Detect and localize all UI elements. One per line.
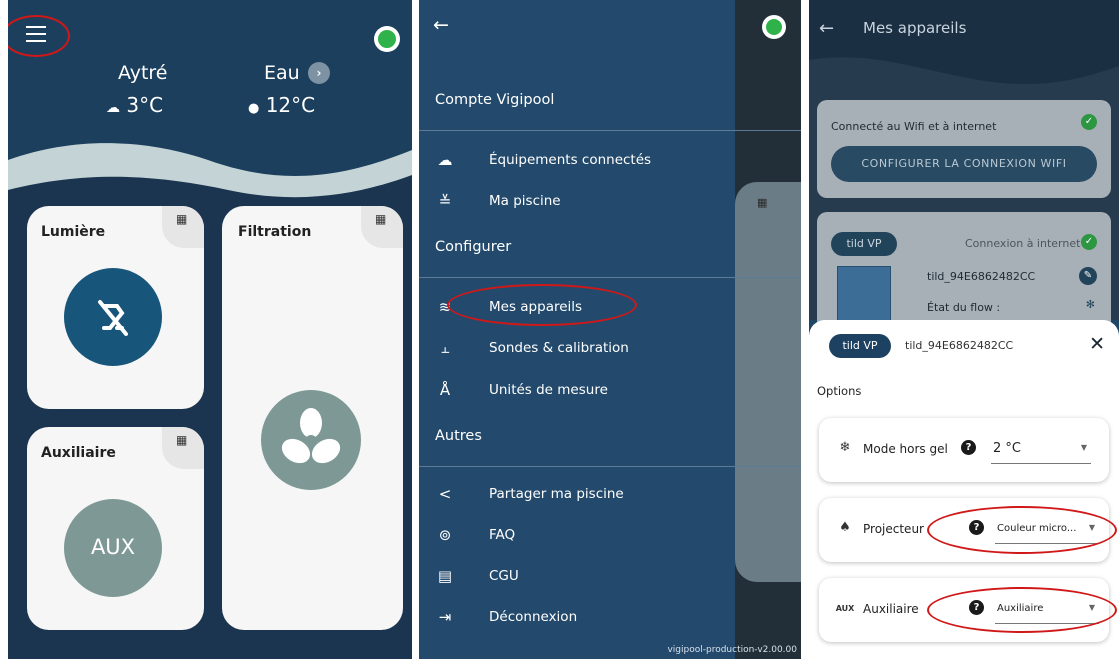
aux-icon: AUX xyxy=(835,604,855,613)
status-indicator xyxy=(762,15,786,39)
sliders-icon: ⫠ xyxy=(440,339,450,357)
status-indicator xyxy=(374,26,400,52)
dropdown-arrow-icon: ▼ xyxy=(1080,443,1087,452)
water-details-button[interactable]: › xyxy=(308,62,330,84)
help-icon[interactable]: ? xyxy=(969,520,984,535)
dropdown-arrow-icon: ▼ xyxy=(1088,603,1095,612)
devices-screen: ← Mes appareils Connecté au Wifi et à in… xyxy=(809,0,1119,659)
menu-item-my-devices[interactable]: ≋ Mes appareils xyxy=(419,289,801,329)
devices-icon: ≋ xyxy=(438,298,452,316)
filtration-toggle-button[interactable] xyxy=(261,390,361,490)
calendar-icon: ▦ xyxy=(176,433,188,447)
cloud-icon: ☁ xyxy=(106,100,120,116)
document-icon: ▤ xyxy=(437,567,453,585)
option-auxiliary: AUX Auxiliaire ? Auxiliaire ▼ xyxy=(819,578,1109,642)
cloud-icon: ☁ xyxy=(437,151,453,169)
hamburger-menu-icon[interactable] xyxy=(26,26,46,42)
antifreeze-select[interactable]: 2 °C ▼ xyxy=(991,434,1091,464)
wifi-status: Connecté au Wifi et à internet xyxy=(831,120,997,133)
light-card-title: Lumière xyxy=(41,224,106,240)
chevron-right-icon: › xyxy=(316,66,322,80)
configure-section-header: Configurer xyxy=(435,239,512,255)
light-card[interactable]: Lumière ▦ xyxy=(27,206,204,409)
navigation-drawer: ▦ ← Compte Vigipool ☁ Équipements connec… xyxy=(419,0,801,659)
spotlight-icon: ♠ xyxy=(839,520,851,535)
filtration-card-title: Filtration xyxy=(238,224,312,240)
others-section-header: Autres xyxy=(435,428,482,444)
back-arrow-icon[interactable]: ← xyxy=(819,18,834,39)
calendar-icon: ▦ xyxy=(176,212,188,226)
option-antifreeze: ❄ Mode hors gel ? 2 °C ▼ xyxy=(819,418,1109,482)
compass-icon: Å xyxy=(439,381,451,399)
wifi-card: Connecté au Wifi et à internet ✓ CONFIGU… xyxy=(817,100,1111,198)
auxiliary-select[interactable]: Auxiliaire ▼ xyxy=(995,594,1099,624)
sheet-device-badge: tild VP xyxy=(829,334,891,358)
help-icon: ⊚ xyxy=(438,526,452,544)
help-icon[interactable]: ? xyxy=(969,600,984,615)
menu-item-connected-equipment[interactable]: ☁ Équipements connectés xyxy=(419,142,801,182)
light-schedule-button[interactable]: ▦ xyxy=(162,206,204,248)
home-screen: Aytré ☁ 3°C Eau › ● 12°C Lumière ▦ Filtr… xyxy=(8,0,412,659)
check-icon: ✓ xyxy=(1081,234,1097,250)
dropdown-arrow-icon: ▼ xyxy=(1088,523,1095,532)
account-section-header: Compte Vigipool xyxy=(435,92,555,108)
fan-icon xyxy=(281,408,341,464)
divider xyxy=(419,130,801,131)
menu-item-my-pool[interactable]: ≚ Ma piscine xyxy=(419,183,801,223)
back-arrow-icon[interactable]: ← xyxy=(433,14,449,36)
projector-select[interactable]: Couleur micro... ▼ xyxy=(995,514,1099,544)
menu-item-cgu[interactable]: ▤ CGU xyxy=(419,558,801,598)
water-weather: ● 12°C xyxy=(248,93,315,117)
menu-item-logout[interactable]: ⇥ Déconnexion xyxy=(419,599,801,639)
aux-schedule-button[interactable]: ▦ xyxy=(162,427,204,469)
version-label: vigipool-production-v2.00.00 xyxy=(667,645,797,655)
aux-toggle-button[interactable]: AUX xyxy=(64,499,162,597)
share-icon: < xyxy=(438,485,452,503)
menu-item-units[interactable]: Å Unités de mesure xyxy=(419,372,801,412)
menu-item-probes-calibration[interactable]: ⫠ Sondes & calibration xyxy=(419,330,801,370)
option-projector: ♠ Projecteur ? Couleur micro... ▼ xyxy=(819,498,1109,562)
internet-status: Connexion à internet xyxy=(965,237,1081,250)
device-badge: tild VP xyxy=(831,232,897,256)
menu-item-faq[interactable]: ⊚ FAQ xyxy=(419,517,801,557)
light-off-icon xyxy=(98,300,128,336)
check-icon: ✓ xyxy=(1081,114,1097,130)
logout-icon: ⇥ xyxy=(438,608,452,626)
snowflake-icon: ❄ xyxy=(839,440,851,455)
aux-button-label: AUX xyxy=(90,535,136,559)
water-label: Eau xyxy=(264,62,300,84)
sheet-device-name: tild_94E6862482CC xyxy=(905,339,1014,352)
divider xyxy=(419,466,801,467)
city-name: Aytré xyxy=(118,62,168,84)
help-icon[interactable]: ? xyxy=(961,440,976,455)
air-temperature: 3°C xyxy=(126,93,164,117)
filtration-schedule-button[interactable]: ▦ xyxy=(361,206,403,248)
edit-icon[interactable]: ✎ xyxy=(1079,267,1097,285)
options-sheet: tild VP tild_94E6862482CC ✕ Options ❄ Mo… xyxy=(809,320,1119,659)
aux-card-title: Auxiliaire xyxy=(41,445,116,461)
pool-icon: ≚ xyxy=(438,192,452,210)
aux-card[interactable]: Auxiliaire ▦ AUX xyxy=(27,427,204,630)
options-title: Options xyxy=(817,384,862,398)
light-toggle-button[interactable] xyxy=(64,268,162,366)
flow-label: État du flow : xyxy=(927,301,1001,314)
device-name: tild_94E6862482CC xyxy=(927,270,1036,283)
fan-icon: ✻ xyxy=(1085,298,1095,311)
water-drop-icon: ● xyxy=(248,101,260,116)
water-temperature: 12°C xyxy=(265,93,316,117)
page-title: Mes appareils xyxy=(863,19,967,37)
menu-item-share-pool[interactable]: < Partager ma piscine xyxy=(419,476,801,516)
close-icon[interactable]: ✕ xyxy=(1089,333,1105,355)
filtration-card[interactable]: Filtration ▦ xyxy=(222,206,403,630)
divider xyxy=(419,277,801,278)
air-weather: ☁ 3°C xyxy=(106,93,163,117)
configure-wifi-button[interactable]: CONFIGURER LA CONNEXION WIFI xyxy=(831,146,1097,182)
calendar-icon: ▦ xyxy=(375,212,387,226)
